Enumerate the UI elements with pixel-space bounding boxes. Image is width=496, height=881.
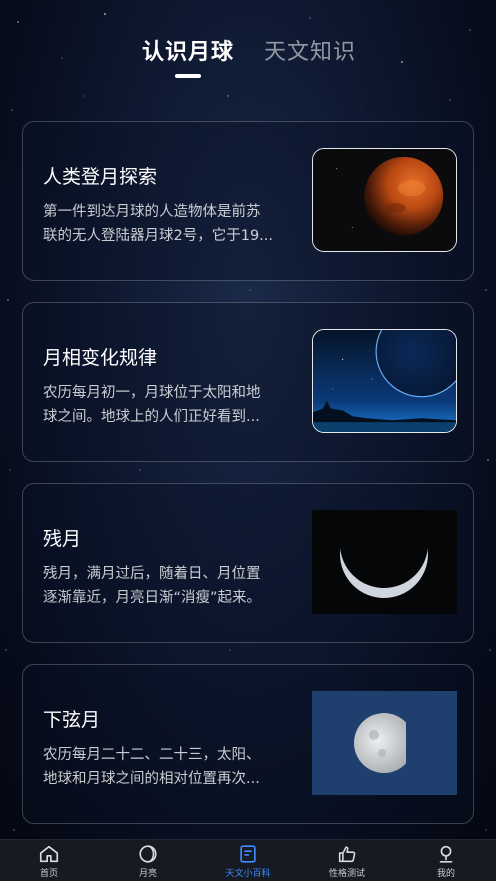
active-tab-indicator bbox=[175, 74, 201, 78]
nav-label: 我的 bbox=[436, 869, 455, 879]
crescent-moon-image bbox=[312, 510, 457, 614]
card-description-line: 农历每月二十二、二十三，太阳、 bbox=[43, 747, 261, 763]
card-title: 人类登月探索 bbox=[43, 166, 158, 188]
nav-item-personality-test[interactable]: 性格测试 bbox=[317, 843, 377, 879]
article-card-moon-landing[interactable]: 人类登月探索 第一件到达月球的人造物体是前苏 联的无人登陆器月球2号，它于19.… bbox=[22, 121, 474, 281]
nav-item-profile[interactable]: 我的 bbox=[416, 843, 476, 879]
top-tab-bar: 认识月球 天文知识 bbox=[0, 34, 496, 84]
article-card-last-quarter[interactable]: 下弦月 农历每月二十二、二十三，太阳、 地球和月球之间的相对位置再次... bbox=[22, 664, 474, 824]
card-description-line: 农历每月初一，月球位于太阳和地 bbox=[43, 385, 261, 401]
red-planet-image bbox=[312, 148, 457, 252]
article-card-moon-phases[interactable]: 月相变化规律 农历每月初一，月球位于太阳和地 球之间。地球上的人们正好看到... bbox=[22, 302, 474, 462]
nav-label: 天文小百科 bbox=[225, 869, 271, 879]
nav-label: 月亮 bbox=[138, 869, 157, 879]
nav-item-moon[interactable]: 月亮 bbox=[118, 843, 178, 879]
half-moon-image bbox=[312, 691, 457, 795]
card-description-line: 球之间。地球上的人们正好看到... bbox=[43, 409, 260, 425]
blue-moon-horizon-image bbox=[312, 329, 457, 433]
bottom-nav-bar: 首页 月亮 天文小百科 性格测试 我的 bbox=[0, 839, 496, 881]
card-description-line: 地球和月球之间的相对位置再次... bbox=[43, 771, 260, 787]
card-description-line: 逐渐靠近，月亮日渐“消瘦”起来。 bbox=[43, 590, 262, 606]
card-description: 残月，满月过后，随着日、月位置 逐渐靠近，月亮日渐“消瘦”起来。 bbox=[43, 562, 299, 610]
nav-label: 首页 bbox=[39, 869, 58, 879]
card-description-line: 残月，满月过后，随着日、月位置 bbox=[43, 566, 261, 582]
moon-icon bbox=[139, 845, 157, 863]
tab-astronomy-knowledge[interactable]: 天文知识 bbox=[264, 34, 356, 66]
thumbs-up-icon bbox=[338, 846, 356, 863]
tab-know-moon[interactable]: 认识月球 bbox=[142, 34, 234, 66]
home-icon bbox=[39, 845, 59, 863]
encyclopedia-icon bbox=[240, 845, 256, 863]
nav-label: 性格测试 bbox=[328, 869, 365, 879]
card-description: 第一件到达月球的人造物体是前苏 联的无人登陆器月球2号，它于19... bbox=[43, 200, 299, 248]
card-description: 农历每月二十二、二十三，太阳、 地球和月球之间的相对位置再次... bbox=[43, 743, 299, 791]
nav-item-encyclopedia[interactable]: 天文小百科 bbox=[218, 843, 278, 879]
nav-item-home[interactable]: 首页 bbox=[19, 843, 79, 879]
card-description-line: 联的无人登陆器月球2号，它于19... bbox=[43, 228, 274, 244]
card-description-line: 第一件到达月球的人造物体是前苏 bbox=[43, 204, 261, 220]
card-title: 残月 bbox=[43, 528, 82, 550]
article-card-waning-crescent[interactable]: 残月 残月，满月过后，随着日、月位置 逐渐靠近，月亮日渐“消瘦”起来。 bbox=[22, 483, 474, 643]
card-description: 农历每月初一，月球位于太阳和地 球之间。地球上的人们正好看到... bbox=[43, 381, 299, 429]
profile-icon bbox=[439, 845, 453, 863]
card-title: 月相变化规律 bbox=[43, 347, 158, 369]
card-title: 下弦月 bbox=[43, 709, 101, 731]
